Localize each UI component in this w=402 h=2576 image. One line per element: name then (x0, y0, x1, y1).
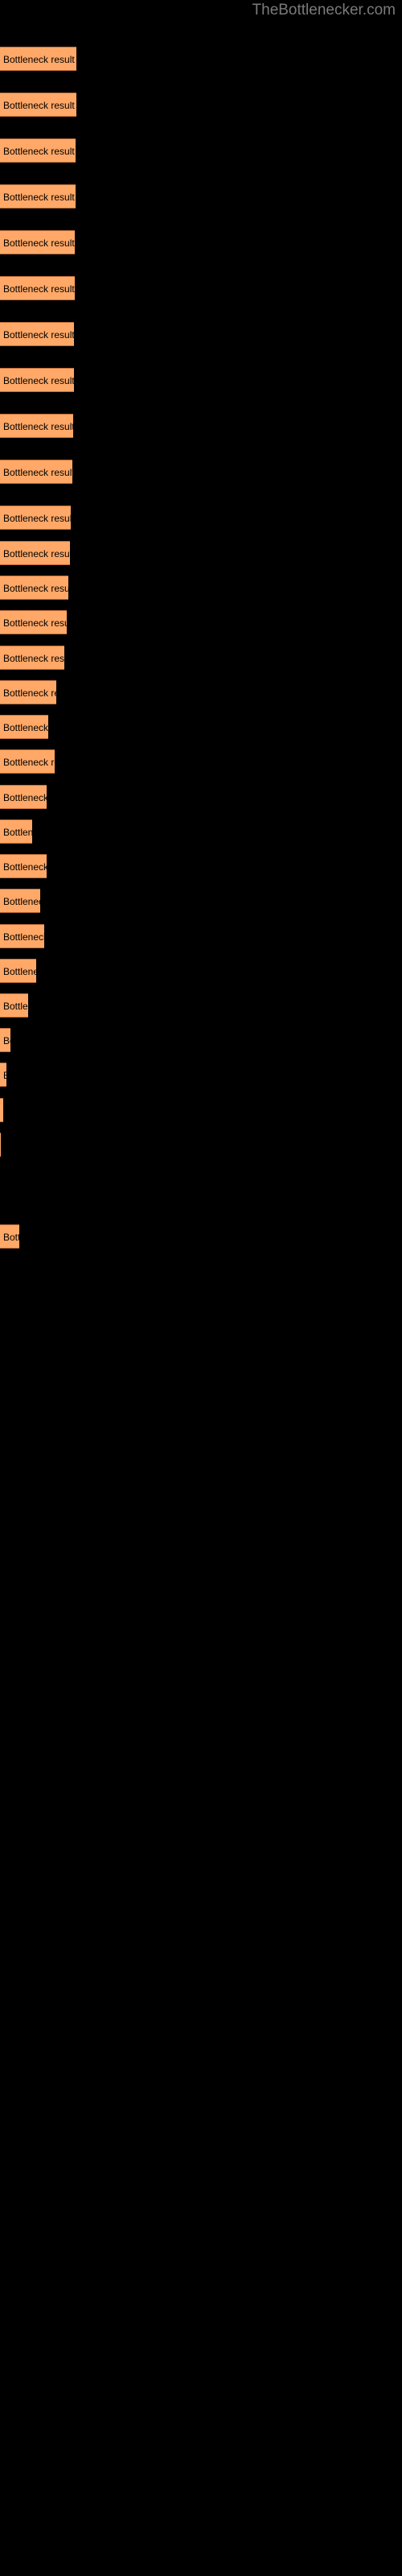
bar: Bottleneck result (0, 368, 74, 392)
bar-row: Bottleneck result (0, 93, 402, 117)
bar-row: Bottleneck result (0, 854, 402, 878)
bar-row: Bottleneck result (0, 541, 402, 565)
bar: Bottleneck result (0, 646, 64, 670)
bottleneck-bar-chart: Bottleneck result Bottleneck result Bottle… (0, 0, 402, 2576)
bar: Bottleneck result (0, 1224, 19, 1249)
bar-row: Bottleneck result (0, 368, 402, 392)
bar: Bottleneck result (0, 889, 40, 913)
bar: Bottleneck result (0, 138, 76, 163)
bar-label: Bottleneck result (3, 861, 47, 873)
bar: Bottleneck result (0, 460, 72, 484)
bar-row: Bottleneck result (0, 749, 402, 774)
bar-row: Bottleneck result (0, 1098, 402, 1122)
bar-label: Bottleneck result (3, 548, 70, 559)
bar-label: Bottleneck result (3, 237, 75, 249)
bar-row: Bottleneck result (0, 680, 402, 704)
bar-label: Bottleneck result (3, 375, 74, 386)
bar-row: Bottleneck result (0, 138, 402, 163)
bar-label: Bottleneck result (3, 283, 75, 295)
bar-row: Bottleneck result (0, 230, 402, 254)
bar-row: Bottleneck result (0, 47, 402, 71)
bar: Bottleneck result (0, 785, 47, 809)
bar: Bottleneck result (0, 993, 28, 1018)
bar-row: Bottleneck result (0, 889, 402, 913)
bar: Bottleneck result (0, 1028, 10, 1052)
bar-label: Bottleneck result (3, 792, 47, 803)
bar-label: Bottleneck result (3, 827, 32, 838)
bar-label: Bottleneck result (3, 896, 40, 907)
bar: Bottleneck result (0, 610, 67, 634)
bar: Bottleneck result (0, 276, 75, 300)
bar-label: Bottleneck result (3, 1035, 10, 1046)
bar-label: Bottleneck result (3, 1001, 28, 1012)
bar: Bottleneck result (0, 1063, 6, 1087)
bar-label: Bottleneck result (3, 1063, 6, 1086)
bar: Bottleneck result (0, 959, 36, 983)
bar-label: Bottleneck result (3, 1232, 19, 1243)
bar: Bottleneck result (0, 819, 32, 844)
bar-row: Bottleneck result (0, 460, 402, 484)
bar-label: Bottleneck result (3, 583, 68, 594)
bar: Bottleneck result (0, 322, 74, 346)
bar-row: Bottleneck result (0, 322, 402, 346)
bar-row: Bottleneck result (0, 1224, 402, 1249)
bar: Bottleneck result (0, 1133, 1, 1157)
bar-label: Bottleneck result (3, 653, 64, 664)
bar: Bottleneck result (0, 576, 68, 600)
bar-label: Bottleneck result (3, 931, 44, 943)
bar-label: Bottleneck result (3, 192, 75, 203)
bar: Bottleneck result (0, 93, 76, 117)
bar-label: Bottleneck result (3, 100, 75, 111)
bar-row: Bottleneck result (0, 715, 402, 739)
bar-row: Bottleneck result (0, 276, 402, 300)
bar-label: Bottleneck result (3, 54, 75, 65)
bar: Bottleneck result (0, 924, 44, 948)
bar: Bottleneck result (0, 715, 48, 739)
bar: Bottleneck result (0, 506, 71, 530)
bar: Bottleneck result (0, 414, 73, 438)
bar-row: Bottleneck result (0, 1133, 402, 1157)
bar-row: Bottleneck result (0, 785, 402, 809)
bar: Bottleneck result (0, 1098, 3, 1122)
bar-row: Bottleneck result (0, 646, 402, 670)
bar-row: Bottleneck result (0, 610, 402, 634)
bar-label: Bottleneck result (3, 966, 36, 977)
bar-row: Bottleneck result (0, 924, 402, 948)
bar: Bottleneck result (0, 680, 56, 704)
bar: Bottleneck result (0, 230, 75, 254)
bar-label: Bottleneck result (3, 146, 75, 157)
bar-label: Bottleneck result (3, 467, 72, 478)
bar-row: Bottleneck result (0, 576, 402, 600)
bar-row: Bottleneck result (0, 506, 402, 530)
bar-label: Bottleneck result (3, 329, 74, 341)
bar: Bottleneck result (0, 47, 76, 71)
bar-label: Bottleneck result (3, 757, 55, 768)
bar-label: Bottleneck result (3, 687, 56, 699)
bar-row: Bottleneck result (0, 959, 402, 983)
bar-row: Bottleneck result (0, 1063, 402, 1087)
bar-row: Bottleneck result (0, 819, 402, 844)
bar-row: Bottleneck result (0, 993, 402, 1018)
bar-row: Bottleneck result (0, 414, 402, 438)
bar-label: Bottleneck result (3, 617, 67, 629)
bar: Bottleneck result (0, 541, 70, 565)
bar-row: Bottleneck result (0, 184, 402, 208)
bar: Bottleneck result (0, 184, 76, 208)
bar-label: Bottleneck result (3, 513, 71, 524)
bar: Bottleneck result (0, 854, 47, 878)
bar-label: Bottleneck result (3, 722, 48, 733)
bar: Bottleneck result (0, 749, 55, 774)
bar-label: Bottleneck result (3, 421, 73, 432)
bar-row: Bottleneck result (0, 1028, 402, 1052)
